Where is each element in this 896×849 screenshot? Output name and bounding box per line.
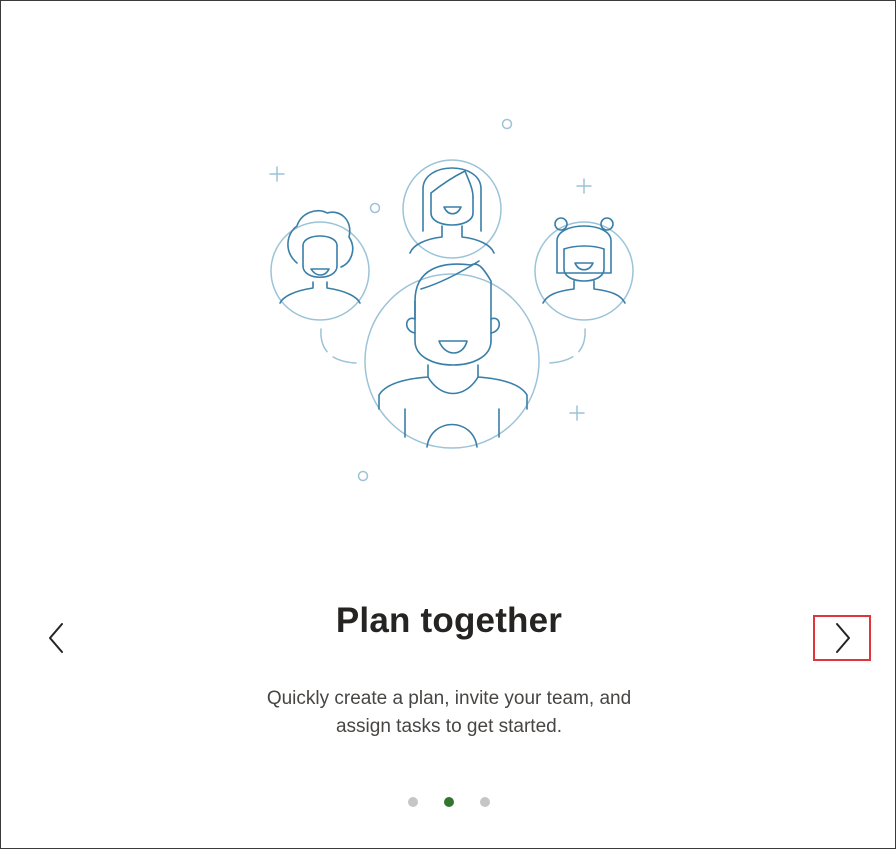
sparkle-plus-icon bbox=[269, 166, 285, 182]
slide-title: Plan together bbox=[335, 601, 563, 640]
sparkle-dot-icon bbox=[357, 470, 369, 482]
slide-description: Quickly create a plan, invite your team,… bbox=[266, 688, 632, 737]
avatar-curly-hair-icon bbox=[279, 209, 361, 304]
pagination-dot-active[interactable] bbox=[444, 797, 454, 807]
slide-pagination bbox=[1, 797, 895, 807]
sparkle-dot-icon bbox=[369, 202, 381, 214]
pagination-dot[interactable] bbox=[408, 797, 418, 807]
sparkle-plus-icon bbox=[576, 178, 592, 194]
chevron-right-icon bbox=[836, 623, 850, 653]
team-illustration bbox=[269, 118, 634, 482]
onboarding-dialog: Plan together Quickly create a plan, inv… bbox=[0, 0, 896, 849]
sparkle-dot-icon bbox=[501, 118, 513, 130]
previous-slide-button[interactable] bbox=[28, 615, 86, 661]
avatar-long-hair-icon bbox=[409, 167, 495, 254]
next-slide-button[interactable] bbox=[813, 615, 871, 661]
chevron-left-icon bbox=[49, 623, 63, 653]
sparkle-plus-icon bbox=[569, 405, 585, 421]
pagination-dot[interactable] bbox=[480, 797, 490, 807]
avatar-main-person-icon bbox=[378, 260, 528, 448]
